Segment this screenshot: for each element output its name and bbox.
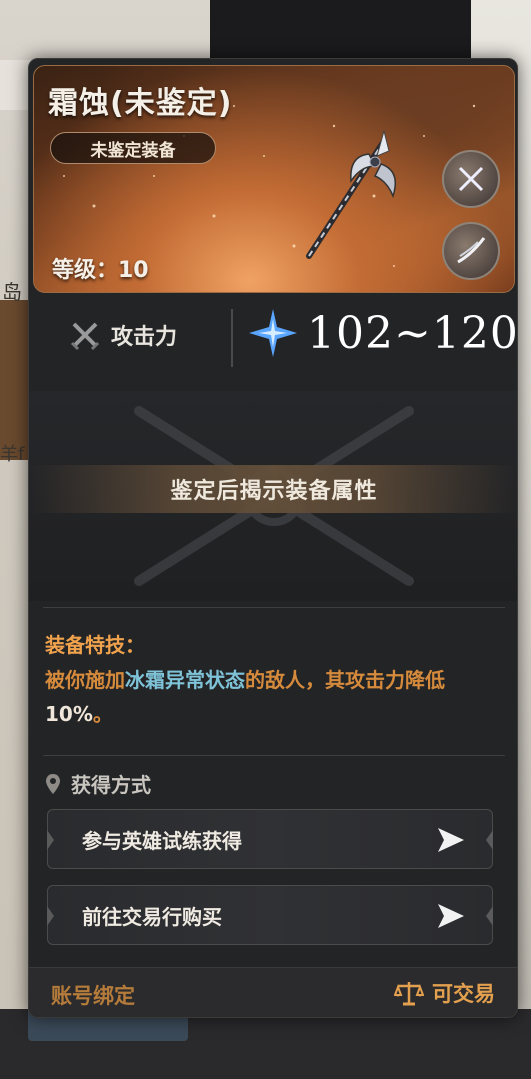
- crossed-swords-icon: [458, 166, 484, 192]
- skill-description: 被你施加冰霜异常状态的敌人，其攻击力降低 10%。: [45, 663, 505, 731]
- crossed-swords-icon: [70, 322, 100, 351]
- account-bound-label: 账号绑定: [51, 984, 135, 1008]
- section-divider: [43, 607, 505, 608]
- background-text: 岛: [2, 280, 22, 304]
- skill-desc-text: 的敌人，其攻击力降低: [245, 668, 445, 692]
- blade-slash-icon: [457, 237, 486, 264]
- skill-desc-number: 10%: [45, 702, 93, 726]
- button-notch: [47, 906, 54, 926]
- button-notch: [486, 906, 493, 926]
- arrow-right-icon: [438, 828, 464, 852]
- item-title: 霜蚀(未鉴定): [48, 86, 233, 121]
- unidentified-tag: 未鉴定装备: [50, 132, 216, 164]
- item-hero-banner: 霜蚀(未鉴定) 未鉴定装备 等级：10: [33, 65, 515, 293]
- source-button-label: 前往交易行购买: [82, 904, 222, 929]
- attack-label-group: 攻击力: [69, 319, 177, 351]
- scale-icon: [394, 982, 424, 1006]
- section-divider: [43, 755, 505, 756]
- source-title: 获得方式: [71, 773, 151, 797]
- source-hero-trial-button[interactable]: 参与英雄试练获得: [47, 809, 493, 869]
- source-title-group: 获得方式: [45, 769, 151, 798]
- source-button-label: 参与英雄试练获得: [82, 828, 242, 853]
- skill-desc-text: 。: [92, 702, 113, 726]
- skill-slot-icon[interactable]: [442, 150, 500, 208]
- skill-title: 装备特技：: [45, 633, 145, 657]
- skill-slot-icon[interactable]: [442, 222, 500, 280]
- attack-stat-row: 攻击力 102~120: [29, 299, 518, 373]
- halberd-weapon-icon: [306, 129, 396, 259]
- attack-label: 攻击力: [111, 325, 178, 350]
- location-pin-icon: [46, 773, 60, 794]
- skill-desc-text: 被你施加: [45, 668, 125, 692]
- skill-desc-highlight: 冰霜异常状态: [125, 668, 245, 692]
- identify-hint-banner: 鉴定后揭示装备属性: [29, 465, 517, 513]
- tradable-group: 可交易: [394, 978, 495, 1008]
- item-tooltip-card: 霜蚀(未鉴定) 未鉴定装备 等级：10 攻击力 102~120 鉴定后揭示装备属…: [28, 58, 518, 1018]
- background-text: 羊f: [0, 444, 25, 465]
- item-level: 等级：10: [52, 258, 149, 283]
- item-footer: 账号绑定 可交易: [29, 967, 517, 1017]
- attack-value-group: 102~120: [247, 307, 518, 359]
- button-notch: [486, 830, 493, 850]
- source-auction-house-button[interactable]: 前往交易行购买: [47, 885, 493, 945]
- locked-attributes-panel: 鉴定后揭示装备属性: [29, 391, 517, 601]
- stat-divider: [231, 309, 233, 367]
- tradable-label: 可交易: [432, 982, 495, 1006]
- button-notch: [47, 830, 54, 850]
- frost-star-icon: [249, 309, 297, 357]
- attack-value: 102~120: [307, 307, 518, 359]
- arrow-right-icon: [438, 904, 464, 928]
